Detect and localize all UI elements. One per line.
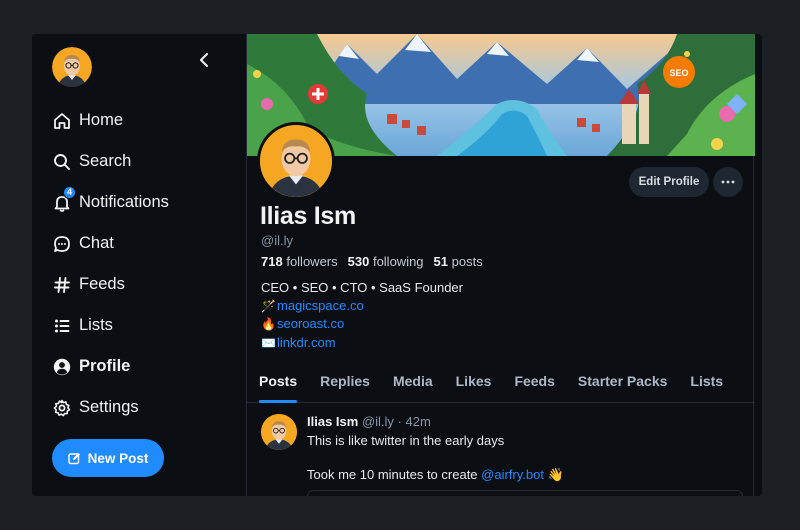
sidebar-item-settings[interactable]: Settings (52, 387, 169, 428)
waving-hand-icon: 👋 (543, 467, 564, 482)
post-author-handle[interactable]: @il.ly (362, 414, 394, 429)
fire-icon: 🔥 (261, 317, 276, 331)
sidebar-item-label: Home (79, 111, 124, 129)
tab-feeds[interactable]: Feeds (514, 363, 554, 403)
envelope-icon: ✉️ (261, 335, 276, 350)
post-text-line: This is like twitter in the early days (307, 433, 505, 448)
bio-link-seoroast[interactable]: seoroast.co (277, 316, 344, 331)
profile-column: SEO Edit Profile Ilias Ism @il.ly 718 fo… (246, 34, 755, 496)
seo-badge-text: SEO (669, 68, 688, 78)
post-mention-link[interactable]: @airfry.bot (481, 467, 544, 482)
notification-badge: 4 (63, 185, 76, 199)
post-separator: · (397, 414, 402, 429)
profile-avatar[interactable] (257, 122, 335, 200)
sidebar-item-label: Settings (79, 398, 139, 416)
posts-stat: 51 posts (433, 254, 483, 269)
more-options-button[interactable] (713, 167, 743, 197)
tab-posts[interactable]: Posts (259, 363, 298, 403)
hash-icon (52, 275, 72, 295)
ellipsis-icon (721, 180, 735, 184)
tab-starter-packs[interactable]: Starter Packs (578, 363, 668, 403)
sidebar-item-label: Notifications (79, 193, 169, 211)
collapse-sidebar-button[interactable] (192, 48, 216, 72)
compose-icon (67, 452, 80, 464)
profile-stats: 718 followers 530 following 51 posts (261, 254, 483, 269)
user-avatar[interactable] (52, 47, 92, 87)
sidebar-item-label: Chat (79, 234, 114, 252)
post-author-name[interactable]: Ilias Ism (307, 414, 358, 429)
bio-link-row: 🔥seoroast.co (261, 315, 463, 334)
sidebar-item-feeds[interactable]: Feeds (52, 264, 169, 305)
post-body: This is like twitter in the early days T… (307, 432, 737, 483)
bell-icon: 4 (52, 185, 76, 213)
bio-link-row: ✉️linkdr.com (261, 334, 463, 353)
sidebar-item-label: Search (79, 152, 132, 170)
post-timestamp[interactable]: 42m (406, 414, 431, 429)
profile-tabs: Posts Replies Media Likes Feeds Starter … (247, 363, 755, 403)
post-author-avatar[interactable] (261, 414, 297, 450)
edit-profile-button[interactable]: Edit Profile (629, 167, 709, 197)
chevron-left-icon (199, 52, 209, 68)
sidebar-item-profile[interactable]: Profile (52, 346, 169, 387)
followers-stat[interactable]: 718 followers (261, 254, 338, 269)
sidebar-nav: Home Search 4 Notifications Chat Feeds L… (52, 100, 169, 428)
sidebar-item-label: Lists (79, 316, 113, 334)
sidebar-item-chat[interactable]: Chat (52, 223, 169, 264)
magic-wand-icon: 🪄 (261, 298, 276, 313)
gear-icon (52, 398, 72, 418)
sidebar-item-search[interactable]: Search (52, 141, 169, 182)
post-text-line: Took me 10 minutes to create @airfry.bot… (307, 467, 564, 482)
chat-icon (52, 234, 72, 254)
sidebar-item-lists[interactable]: Lists (52, 305, 169, 346)
sidebar-item-label: Profile (79, 357, 131, 375)
sidebar: Home Search 4 Notifications Chat Feeds L… (32, 34, 246, 496)
new-post-label: New Post (87, 450, 149, 466)
bio-link-magicspace[interactable]: magicspace.co (277, 298, 364, 313)
home-icon (52, 111, 72, 131)
feed-post[interactable]: Ilias Ism @il.ly · 42m This is like twit… (247, 404, 755, 496)
list-icon (52, 316, 72, 336)
tab-lists[interactable]: Lists (690, 363, 723, 403)
sidebar-item-home[interactable]: Home (52, 100, 169, 141)
tab-replies[interactable]: Replies (320, 363, 370, 403)
user-icon (52, 357, 72, 377)
search-icon (52, 152, 72, 172)
sidebar-item-notifications[interactable]: 4 Notifications (52, 182, 169, 223)
new-post-button[interactable]: New Post (52, 439, 164, 477)
profile-display-name: Ilias Ism (260, 202, 356, 230)
post-embed-card[interactable] (307, 490, 743, 496)
profile-bio: CEO • SEO • CTO • SaaS Founder 🪄magicspa… (261, 279, 463, 352)
following-stat[interactable]: 530 following (348, 254, 424, 269)
profile-handle: @il.ly (261, 233, 293, 248)
bio-link-linkdr[interactable]: linkdr.com (277, 335, 336, 350)
sidebar-item-label: Feeds (79, 275, 125, 293)
tab-media[interactable]: Media (393, 363, 433, 403)
bio-link-row: 🪄magicspace.co (261, 297, 463, 316)
app-window: Home Search 4 Notifications Chat Feeds L… (32, 34, 762, 496)
bio-line: CEO • SEO • CTO • SaaS Founder (261, 280, 463, 295)
post-header: Ilias Ism @il.ly · 42m (307, 414, 431, 429)
tab-likes[interactable]: Likes (456, 363, 492, 403)
